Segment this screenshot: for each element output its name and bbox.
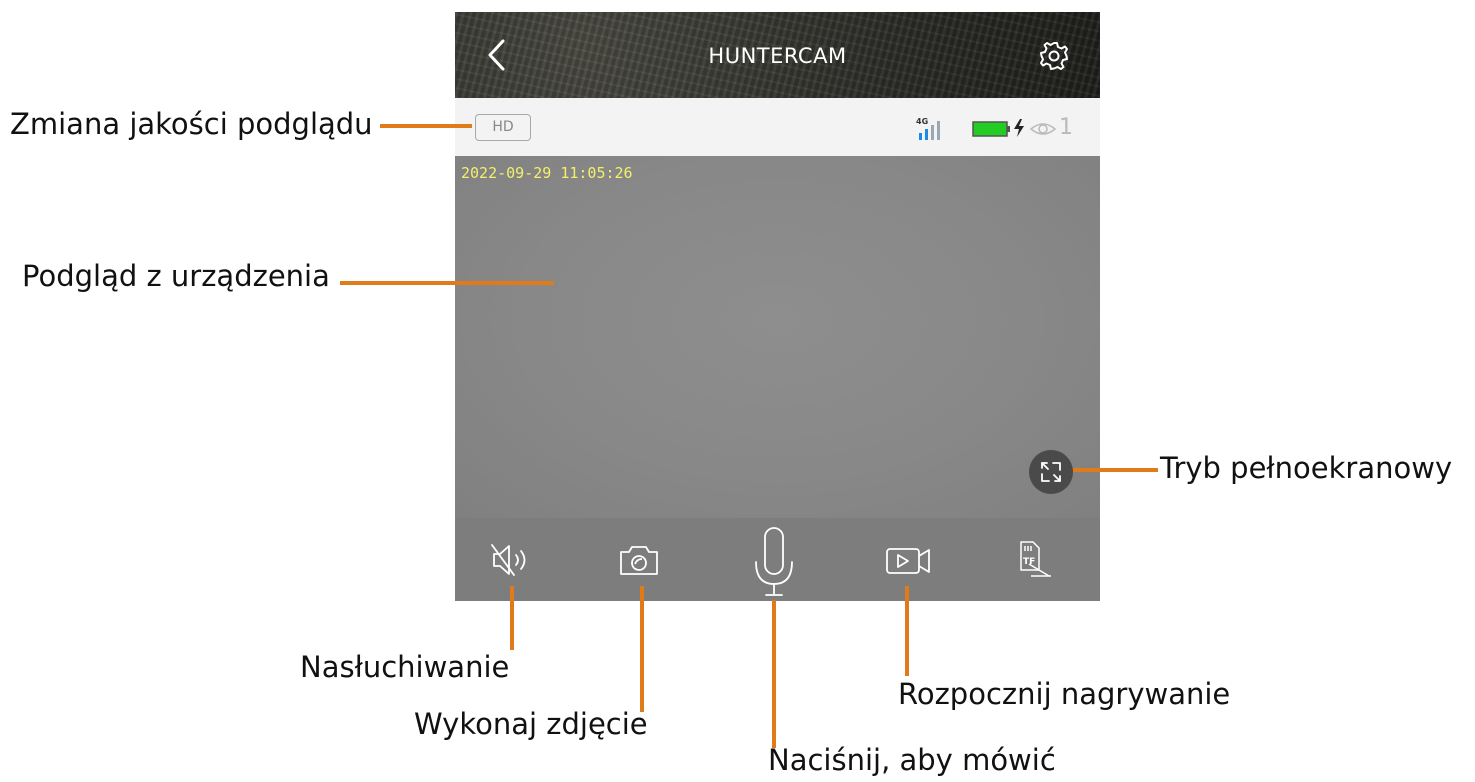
label-talk: Naciśnij, aby mówić [768, 743, 1056, 777]
callout-line-listen [510, 586, 514, 650]
label-preview: Podgląd z urządzenia [22, 259, 330, 293]
camera-icon[interactable] [617, 518, 661, 601]
top-bar: HUNTERCAM [455, 12, 1100, 98]
microphone-icon[interactable] [749, 518, 799, 601]
battery-icon [972, 121, 1010, 137]
bolt-icon [1014, 119, 1024, 137]
sd-card-icon[interactable]: TF [1013, 518, 1061, 601]
signal-icon: 4G [916, 117, 940, 140]
video-timestamp: 2022-09-29 11:05:26 [461, 164, 633, 182]
callout-line-quality [380, 124, 472, 128]
control-toolbar: TF [455, 518, 1100, 601]
status-bar: HD 4G 1 [455, 98, 1100, 156]
label-record: Rozpocznij nagrywanie [898, 677, 1231, 711]
callout-line-preview [340, 281, 554, 285]
callout-line-talk [772, 600, 776, 748]
fullscreen-icon [1041, 462, 1061, 482]
gear-icon[interactable] [1038, 40, 1070, 72]
callout-line-record [905, 586, 909, 676]
label-fullscreen: Tryb pełnoekranowy [1160, 451, 1453, 485]
label-snapshot: Wykonaj zdjęcie [414, 707, 648, 741]
viewer-count: 1 [1059, 115, 1073, 140]
label-quality: Zmiana jakości podglądu [10, 107, 373, 141]
label-listen: Nasłuchiwanie [300, 650, 510, 684]
live-preview[interactable]: 2022-09-29 11:05:26 [455, 156, 1100, 518]
app-title: HUNTERCAM [708, 44, 847, 68]
fullscreen-button[interactable] [1029, 450, 1073, 494]
video-record-icon[interactable] [883, 518, 939, 601]
svg-text:TF: TF [1023, 557, 1035, 567]
app-screen: HUNTERCAM HD 4G 1 2022-09-29 11:05:26 TF [455, 12, 1100, 601]
quality-hd-button[interactable]: HD [475, 114, 531, 141]
callout-line-fullscreen [1073, 468, 1158, 472]
eye-icon [1029, 123, 1057, 135]
callout-line-snapshot [640, 586, 644, 712]
network-label: 4G [916, 117, 928, 126]
